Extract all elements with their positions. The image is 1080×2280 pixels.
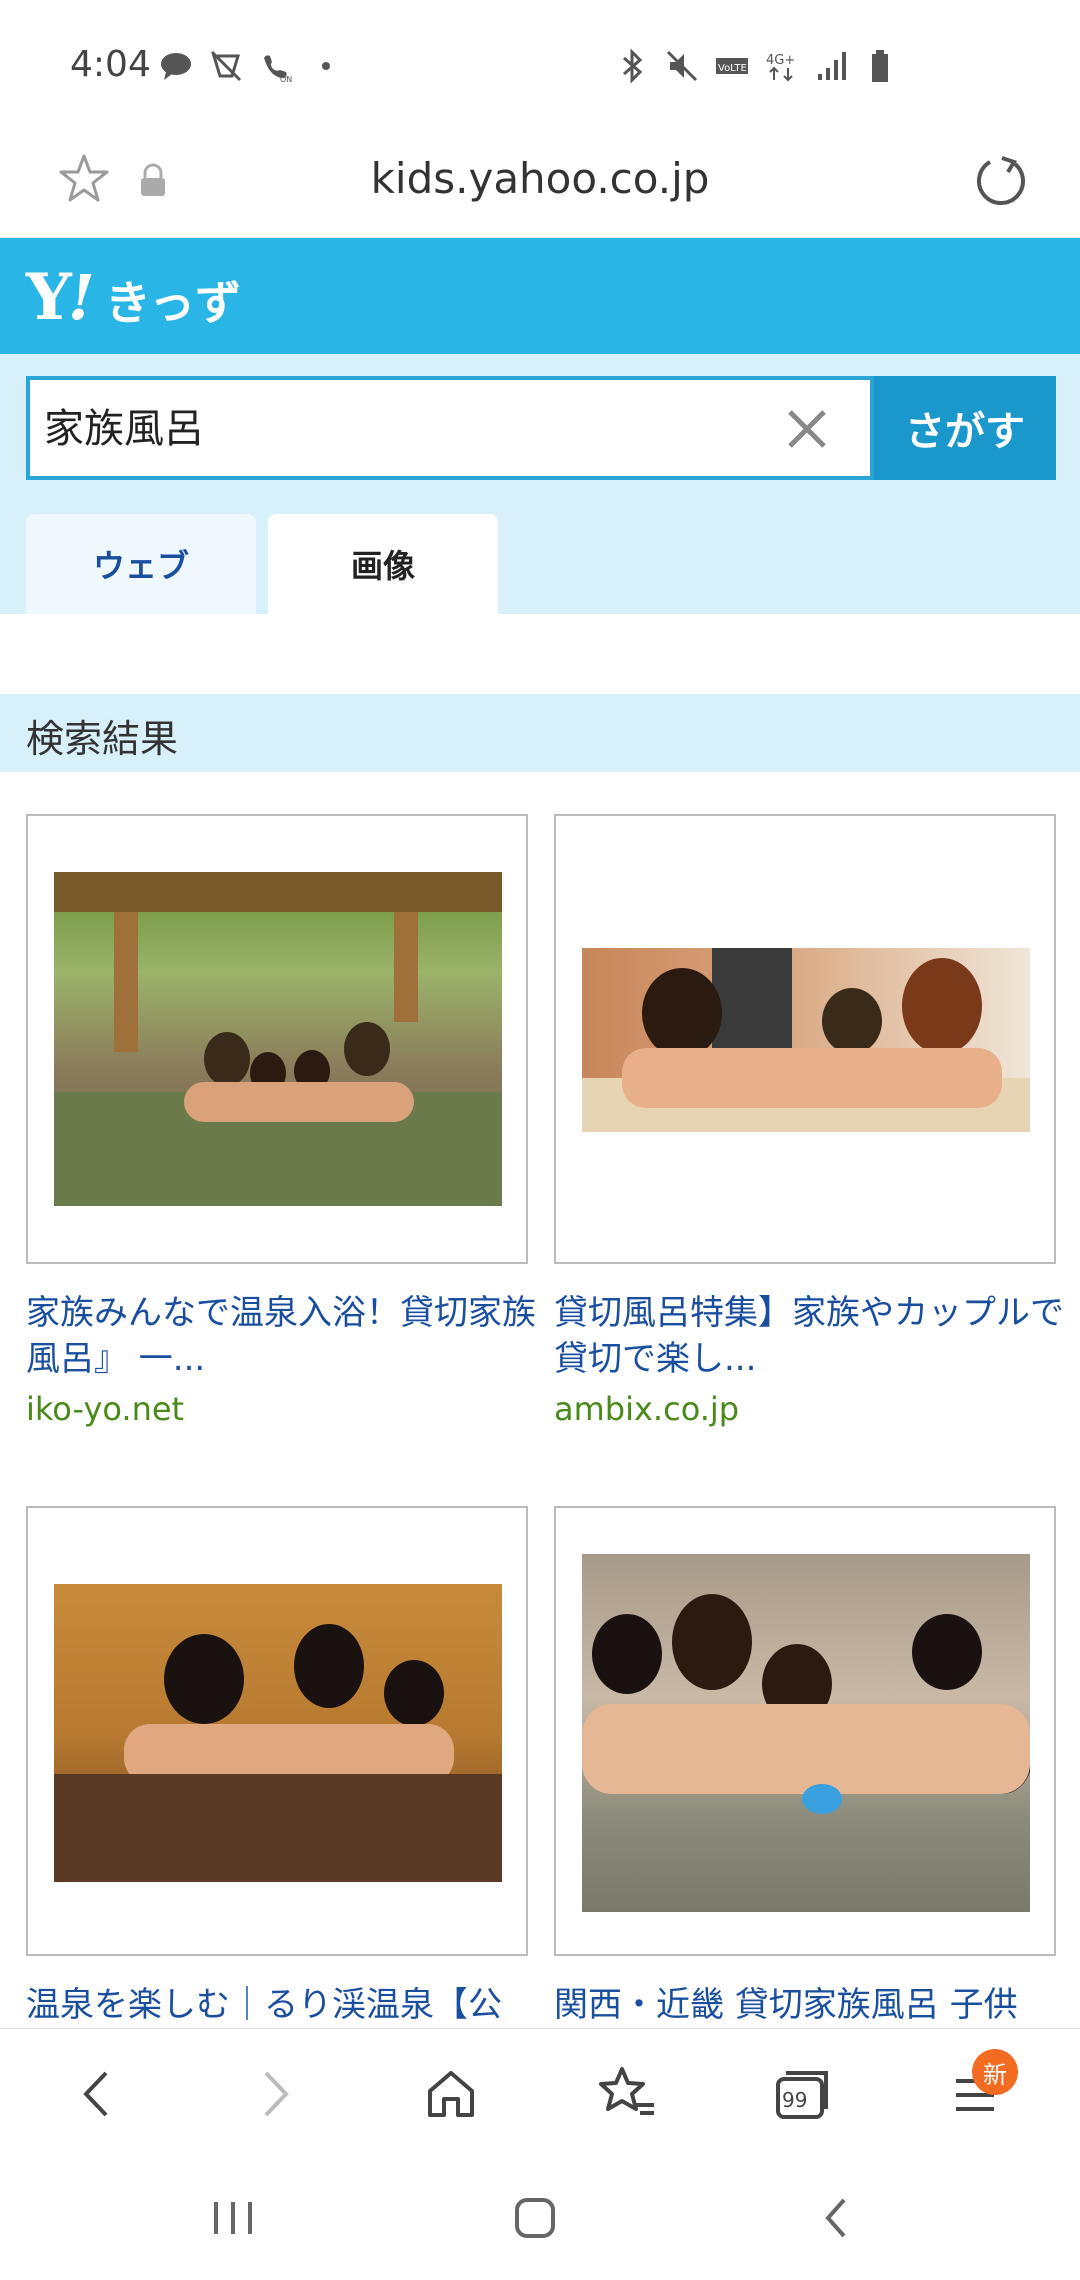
tabs-icon[interactable]: 99	[768, 2059, 838, 2129]
result-image-frame[interactable]	[26, 1506, 528, 1956]
volte-icon: VoLTE	[714, 48, 750, 84]
result-image-frame[interactable]	[554, 1506, 1056, 1956]
yahoo-kids-logo[interactable]: Y ! きっず	[26, 260, 241, 335]
home-nav-icon[interactable]	[500, 2188, 570, 2248]
mute-icon	[664, 48, 700, 84]
status-time: 4:04	[70, 44, 151, 85]
result-thumbnail[interactable]	[54, 872, 502, 1206]
signal-icon	[814, 48, 850, 84]
svg-text:4G+: 4G+	[766, 53, 795, 68]
search-button[interactable]: さがす	[874, 376, 1056, 480]
new-badge: 新	[972, 2049, 1018, 2095]
search-input[interactable]	[44, 402, 744, 448]
silent-icon	[208, 48, 244, 84]
result-image-frame[interactable]	[554, 814, 1056, 1264]
status-notification-icons: ON	[158, 48, 344, 84]
battery-icon	[864, 48, 900, 84]
forward-icon[interactable]	[240, 2059, 310, 2129]
reload-icon[interactable]	[972, 152, 1030, 210]
svg-text:ON: ON	[280, 75, 292, 84]
result-thumbnail[interactable]	[582, 1554, 1030, 1912]
bluetooth-icon	[614, 48, 650, 84]
result-title-link[interactable]: 関西・近畿 貸切家族風呂 子供	[554, 1982, 1064, 2028]
back-nav-icon[interactable]	[802, 2188, 872, 2248]
results-header: 検索結果	[0, 694, 1080, 772]
site-header: Y ! きっず	[0, 238, 1080, 354]
result-thumbnail[interactable]	[54, 1584, 502, 1882]
result-title-link[interactable]: 家族みんなで温泉入浴！貸切家族風呂』 一...	[26, 1290, 536, 1382]
results-header-label: 検索結果	[26, 717, 179, 761]
status-system-icons: VoLTE 4G+	[614, 48, 900, 84]
browser-url-bar: kids.yahoo.co.jp	[0, 130, 1080, 238]
status-bar: 4:04 ON VoLTE 4G+	[0, 0, 1080, 130]
home-icon[interactable]	[416, 2059, 486, 2129]
chat-bubble-icon	[158, 48, 194, 84]
system-nav-bar	[0, 2158, 1080, 2280]
browser-toolbar: 99 新	[0, 2028, 1080, 2158]
back-icon[interactable]	[62, 2059, 132, 2129]
result-title-link[interactable]: 温泉を楽しむ｜るり渓温泉【公	[26, 1982, 536, 2028]
recent-apps-icon[interactable]	[198, 2188, 268, 2248]
result-title-link[interactable]: 貸切風呂特集】家族やカップルで貸切で楽し...	[554, 1290, 1064, 1382]
dot-icon	[308, 48, 344, 84]
svg-text:99: 99	[782, 2088, 807, 2112]
url-text[interactable]: kids.yahoo.co.jp	[0, 154, 1080, 203]
search-area: さがす ウェブ 画像	[0, 354, 1080, 614]
tab-web[interactable]: ウェブ	[26, 514, 256, 614]
result-domain: iko-yo.net	[26, 1390, 185, 1428]
bookmarks-icon[interactable]	[592, 2059, 662, 2129]
search-box	[26, 376, 874, 480]
wifi-call-icon: ON	[258, 48, 294, 84]
svg-text:VoLTE: VoLTE	[718, 63, 747, 74]
result-domain: ambix.co.jp	[554, 1390, 740, 1428]
result-thumbnail[interactable]	[582, 948, 1030, 1132]
tab-image[interactable]: 画像	[268, 514, 498, 614]
result-image-frame[interactable]	[26, 814, 528, 1264]
clear-icon[interactable]	[784, 406, 830, 452]
4g-icon: 4G+	[764, 48, 800, 84]
